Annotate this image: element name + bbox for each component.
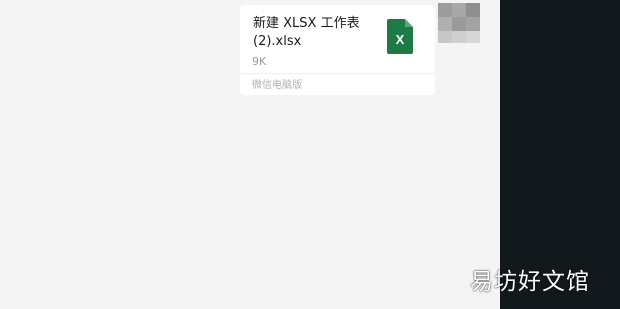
avatar[interactable] [438,3,480,43]
file-message-card[interactable]: 新建 XLSX 工作表(2).xlsx 9K 微信电脑版 X [240,5,435,95]
chat-area: 新建 XLSX 工作表(2).xlsx 9K 微信电脑版 X [0,0,500,309]
watermark-text: 易坊好文馆 [470,269,590,295]
file-icon-letter: X [396,32,405,47]
card-source-label: 微信电脑版 [252,80,302,91]
card-divider [240,73,435,74]
excel-file-icon: X [387,19,413,54]
file-name: 新建 XLSX 工作表(2).xlsx [253,16,360,49]
file-size: 9K [252,55,267,68]
